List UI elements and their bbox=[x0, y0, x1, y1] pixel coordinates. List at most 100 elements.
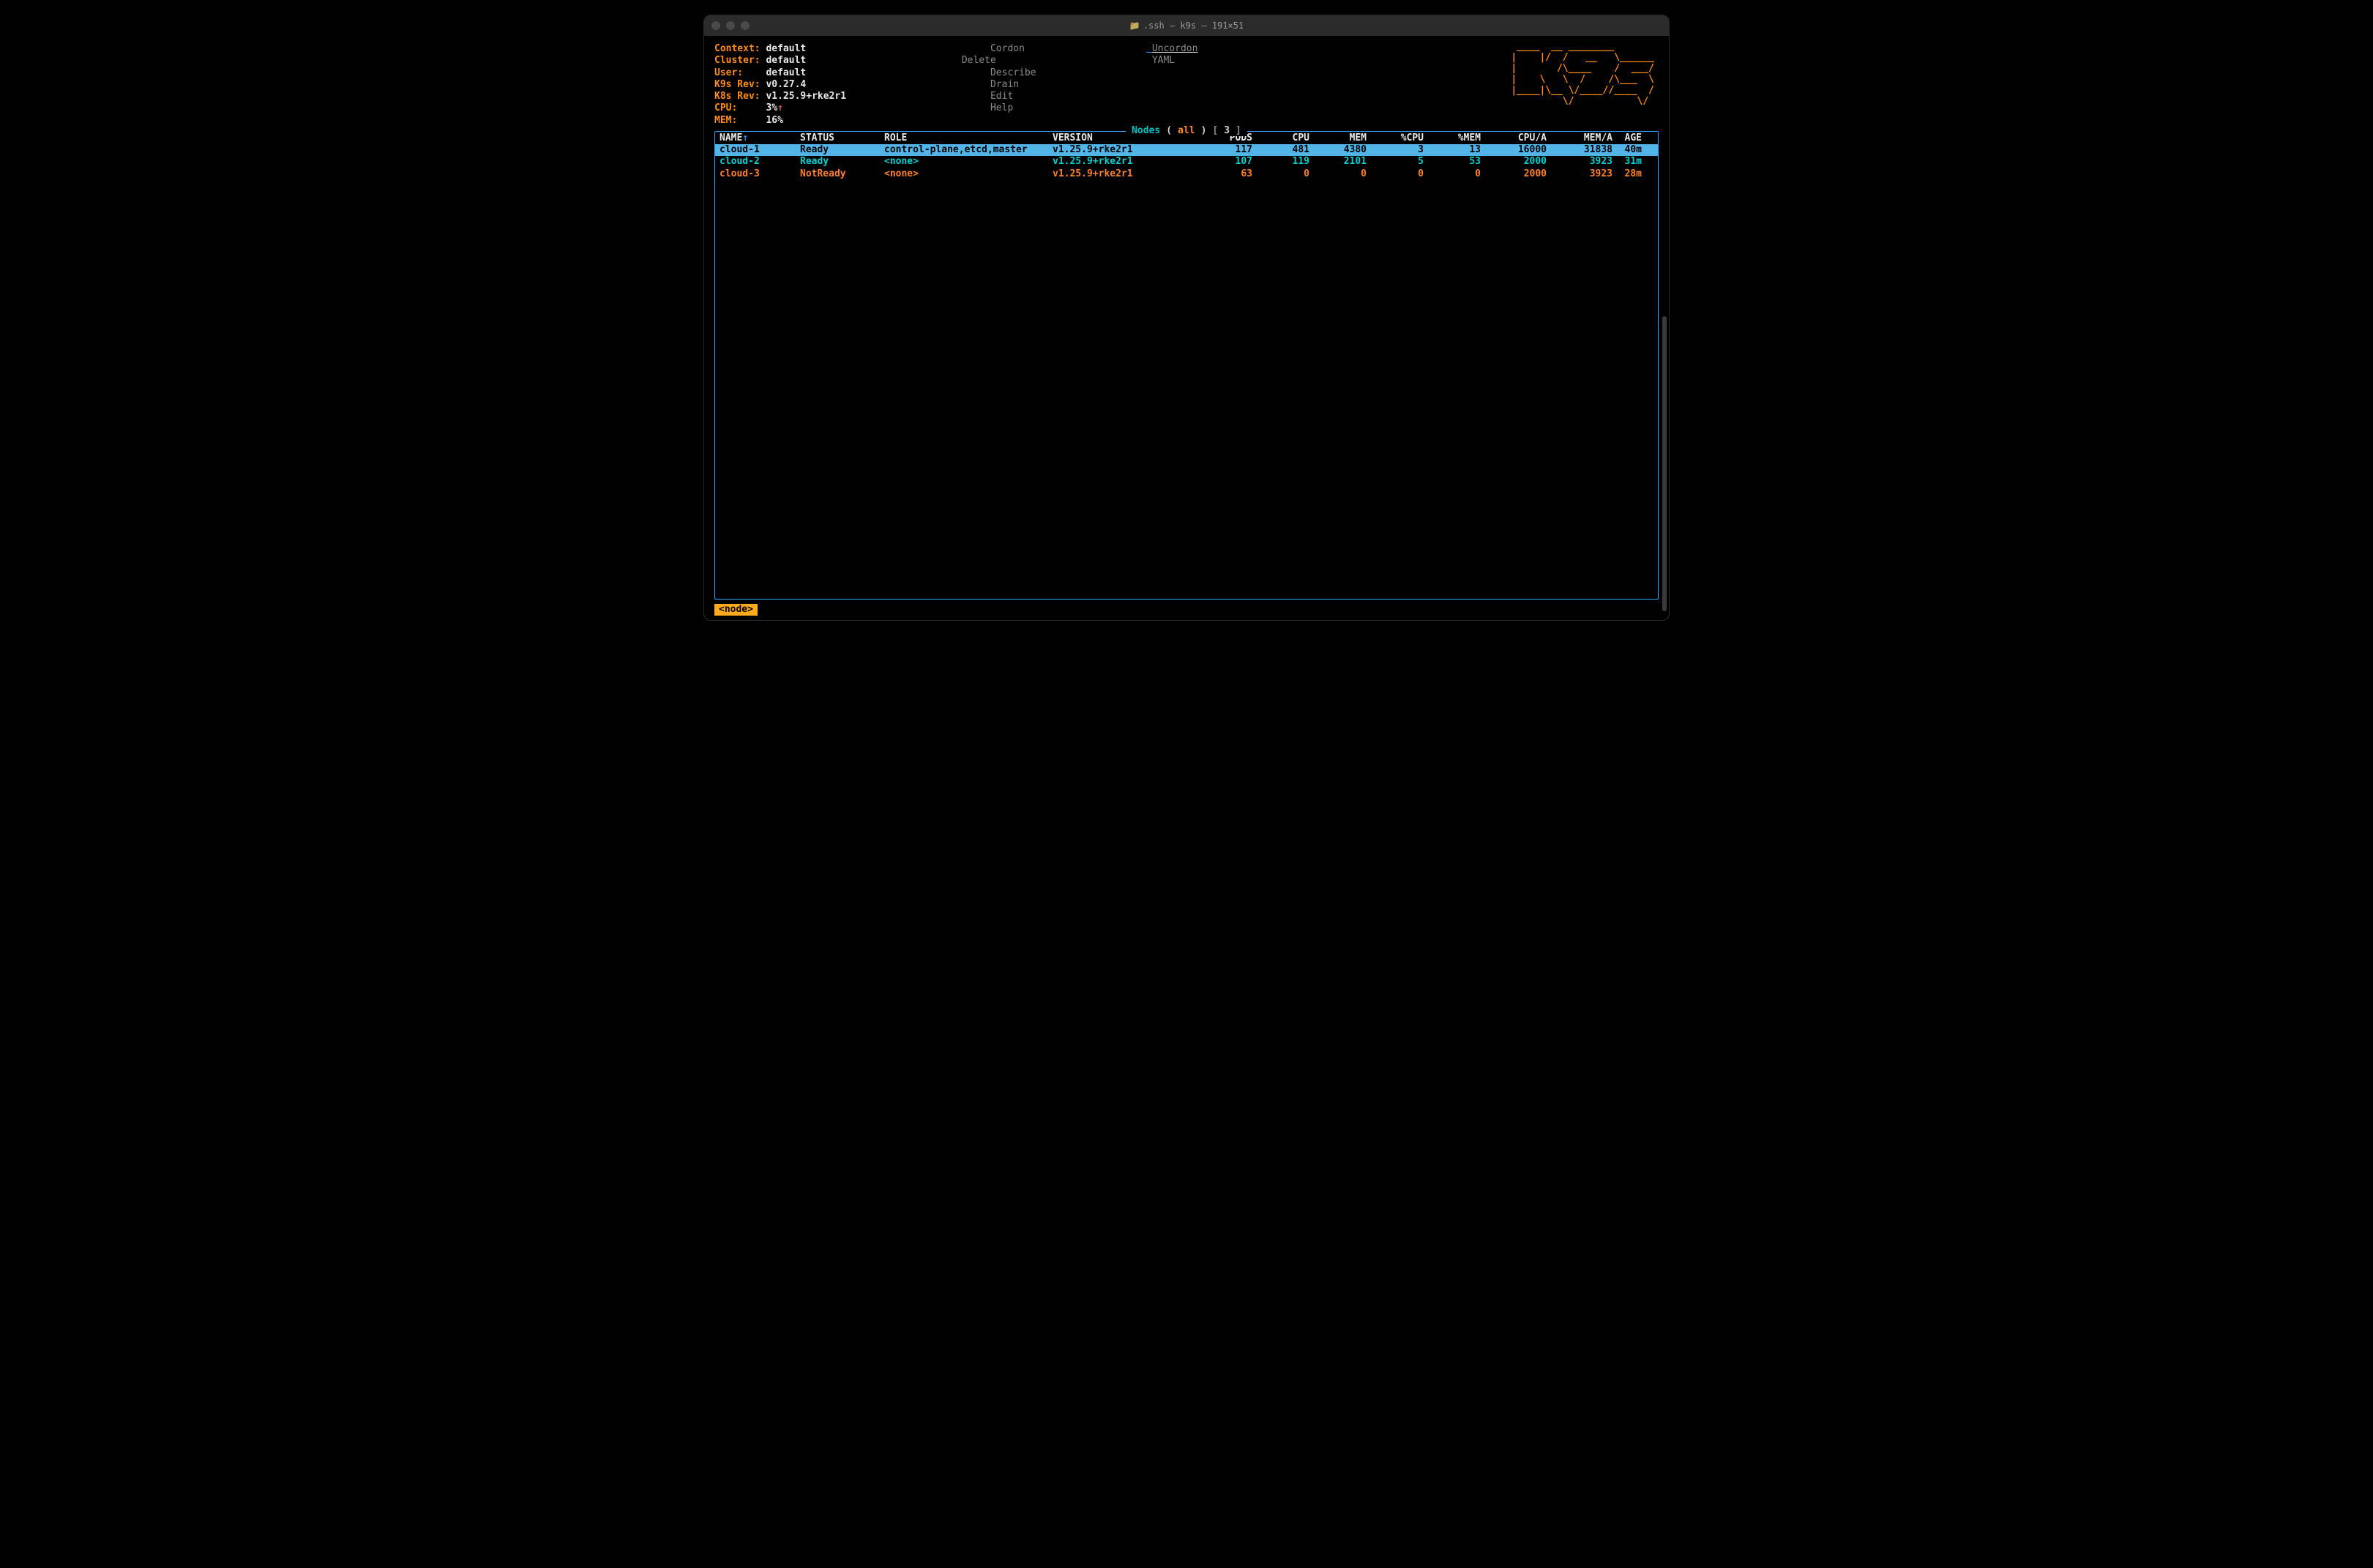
cell-cpu: 481 bbox=[1252, 144, 1309, 156]
cell-mema: 31838 bbox=[1547, 144, 1612, 156]
cell-cpu: 0 bbox=[1252, 168, 1309, 180]
hints-col-2: Uncordon YAML bbox=[1146, 43, 1337, 127]
cell-age: 28m bbox=[1612, 168, 1642, 180]
cell-status: Ready bbox=[800, 156, 884, 168]
k9s-ascii-logo: ____ __ ________ | |/ / __ \______ | /\_… bbox=[1511, 42, 1654, 108]
hint-label: Drain bbox=[990, 79, 1019, 90]
hint-row[interactable]: Cordon bbox=[956, 43, 1146, 55]
hint-key bbox=[956, 79, 990, 90]
nodes-table-title: Nodes(all)[3] bbox=[714, 125, 1659, 137]
cell-mem: 2101 bbox=[1309, 156, 1367, 168]
cell-status: NotReady bbox=[800, 168, 884, 180]
hint-row[interactable]: Help bbox=[956, 102, 1146, 114]
cluster-info: Context: default Cluster: default User: … bbox=[714, 43, 956, 127]
hint-key bbox=[956, 102, 990, 113]
cell-cpua: 16000 bbox=[1481, 144, 1547, 156]
hint-row[interactable]: Describe bbox=[956, 67, 1146, 79]
cell-pcpu: 3 bbox=[1367, 144, 1424, 156]
cell-mema: 3923 bbox=[1547, 156, 1612, 168]
mem-value: 16% bbox=[766, 115, 782, 126]
nodes-table-wrap: Nodes(all)[3] NAME↑ STATUS ROLE VERSION … bbox=[714, 131, 1659, 600]
user-label: User: bbox=[714, 67, 743, 78]
cell-pods: 63 bbox=[1195, 168, 1252, 180]
hint-key bbox=[1146, 55, 1152, 66]
table-row[interactable]: cloud-2Ready<none>v1.25.9+rke2r110711921… bbox=[715, 156, 1658, 168]
hint-row[interactable]: YAML bbox=[1146, 55, 1337, 67]
cell-cpua: 2000 bbox=[1481, 156, 1547, 168]
cluster-value: default bbox=[766, 55, 806, 66]
cell-pcpu: 0 bbox=[1367, 168, 1424, 180]
window-title: 📁 .ssh — k9s — 191×51 bbox=[704, 20, 1669, 31]
cpu-label: CPU: bbox=[714, 102, 737, 113]
hint-key bbox=[956, 55, 962, 66]
cpu-arrow-icon: ↑ bbox=[777, 102, 783, 113]
table-body: cloud-1Readycontrol-plane,etcd,masterv1.… bbox=[715, 144, 1658, 180]
cell-pods: 107 bbox=[1195, 156, 1252, 168]
hints-col-1: Cordon Delete Describe Drain Edit Help bbox=[956, 43, 1146, 127]
hint-label: Describe bbox=[990, 67, 1036, 78]
title-paren-open: ( bbox=[1163, 125, 1175, 136]
cell-pmem: 53 bbox=[1424, 156, 1481, 168]
cell-mem: 4380 bbox=[1309, 144, 1367, 156]
cell-name: cloud-3 bbox=[720, 168, 800, 180]
title-brack-open: [ bbox=[1209, 125, 1221, 136]
table-row[interactable]: cloud-1Readycontrol-plane,etcd,masterv1.… bbox=[715, 144, 1658, 156]
cluster-label: Cluster: bbox=[714, 55, 761, 66]
nodes-table[interactable]: NAME↑ STATUS ROLE VERSION PODS CPU MEM %… bbox=[714, 131, 1659, 600]
hint-row[interactable]: Delete bbox=[956, 55, 1146, 67]
hint-label: Delete bbox=[962, 55, 996, 66]
cell-pmem: 13 bbox=[1424, 144, 1481, 156]
hint-label: Cordon bbox=[990, 43, 1025, 54]
table-row[interactable]: cloud-3NotReady<none>v1.25.9+rke2r163000… bbox=[715, 168, 1658, 180]
cell-cpua: 2000 bbox=[1481, 168, 1547, 180]
cell-role: <none> bbox=[884, 168, 1053, 180]
hint-label: YAML bbox=[1152, 55, 1175, 66]
hint-key bbox=[956, 67, 990, 78]
cell-name: cloud-2 bbox=[720, 156, 800, 168]
scrollbar[interactable] bbox=[1662, 316, 1667, 611]
k9srev-label: K9s Rev: bbox=[714, 79, 761, 90]
cell-mem: 0 bbox=[1309, 168, 1367, 180]
cell-name: cloud-1 bbox=[720, 144, 800, 156]
window-title-text: .ssh — k9s — 191×51 bbox=[1143, 20, 1244, 31]
cell-age: 40m bbox=[1612, 144, 1642, 156]
breadcrumb-node[interactable]: <node> bbox=[714, 604, 758, 616]
cell-version: v1.25.9+rke2r1 bbox=[1053, 168, 1195, 180]
cell-pcpu: 5 bbox=[1367, 156, 1424, 168]
folder-icon: 📁 bbox=[1129, 20, 1140, 31]
user-value: default bbox=[766, 67, 806, 78]
cell-version: v1.25.9+rke2r1 bbox=[1053, 156, 1195, 168]
cell-role: control-plane,etcd,master bbox=[884, 144, 1053, 156]
context-value: default bbox=[766, 43, 806, 54]
hint-row[interactable]: Drain bbox=[956, 79, 1146, 91]
cell-version: v1.25.9+rke2r1 bbox=[1053, 144, 1195, 156]
k8srev-value: v1.25.9+rke2r1 bbox=[766, 91, 846, 102]
hint-row[interactable]: Edit bbox=[956, 91, 1146, 102]
k8srev-label: K8s Rev: bbox=[714, 91, 761, 102]
hint-row[interactable]: Uncordon bbox=[1146, 43, 1337, 55]
hint-key bbox=[956, 91, 990, 102]
hint-key bbox=[956, 43, 990, 54]
cell-mema: 3923 bbox=[1547, 168, 1612, 180]
hint-label: Edit bbox=[990, 91, 1013, 102]
title-paren-close: ) bbox=[1198, 125, 1210, 136]
terminal-window: 📁 .ssh — k9s — 191×51 ____ __ ________ |… bbox=[703, 15, 1670, 621]
cell-role: <none> bbox=[884, 156, 1053, 168]
hint-label: Uncordon bbox=[1152, 43, 1198, 54]
terminal-content[interactable]: ____ __ ________ | |/ / __ \______ | /\_… bbox=[704, 36, 1669, 620]
hint-key bbox=[1146, 43, 1152, 54]
mem-label: MEM: bbox=[714, 115, 737, 126]
title-brack-close: ] bbox=[1233, 125, 1244, 136]
cell-pods: 117 bbox=[1195, 144, 1252, 156]
context-label: Context: bbox=[714, 43, 761, 54]
cell-cpu: 119 bbox=[1252, 156, 1309, 168]
cell-status: Ready bbox=[800, 144, 884, 156]
titlebar[interactable]: 📁 .ssh — k9s — 191×51 bbox=[704, 15, 1669, 36]
hint-label: Help bbox=[990, 102, 1013, 113]
cell-age: 31m bbox=[1612, 156, 1642, 168]
title-nodes: Nodes bbox=[1129, 125, 1163, 136]
title-all: all bbox=[1175, 125, 1197, 136]
cpu-value: 3% bbox=[766, 102, 777, 113]
title-count: 3 bbox=[1221, 125, 1233, 136]
cell-pmem: 0 bbox=[1424, 168, 1481, 180]
